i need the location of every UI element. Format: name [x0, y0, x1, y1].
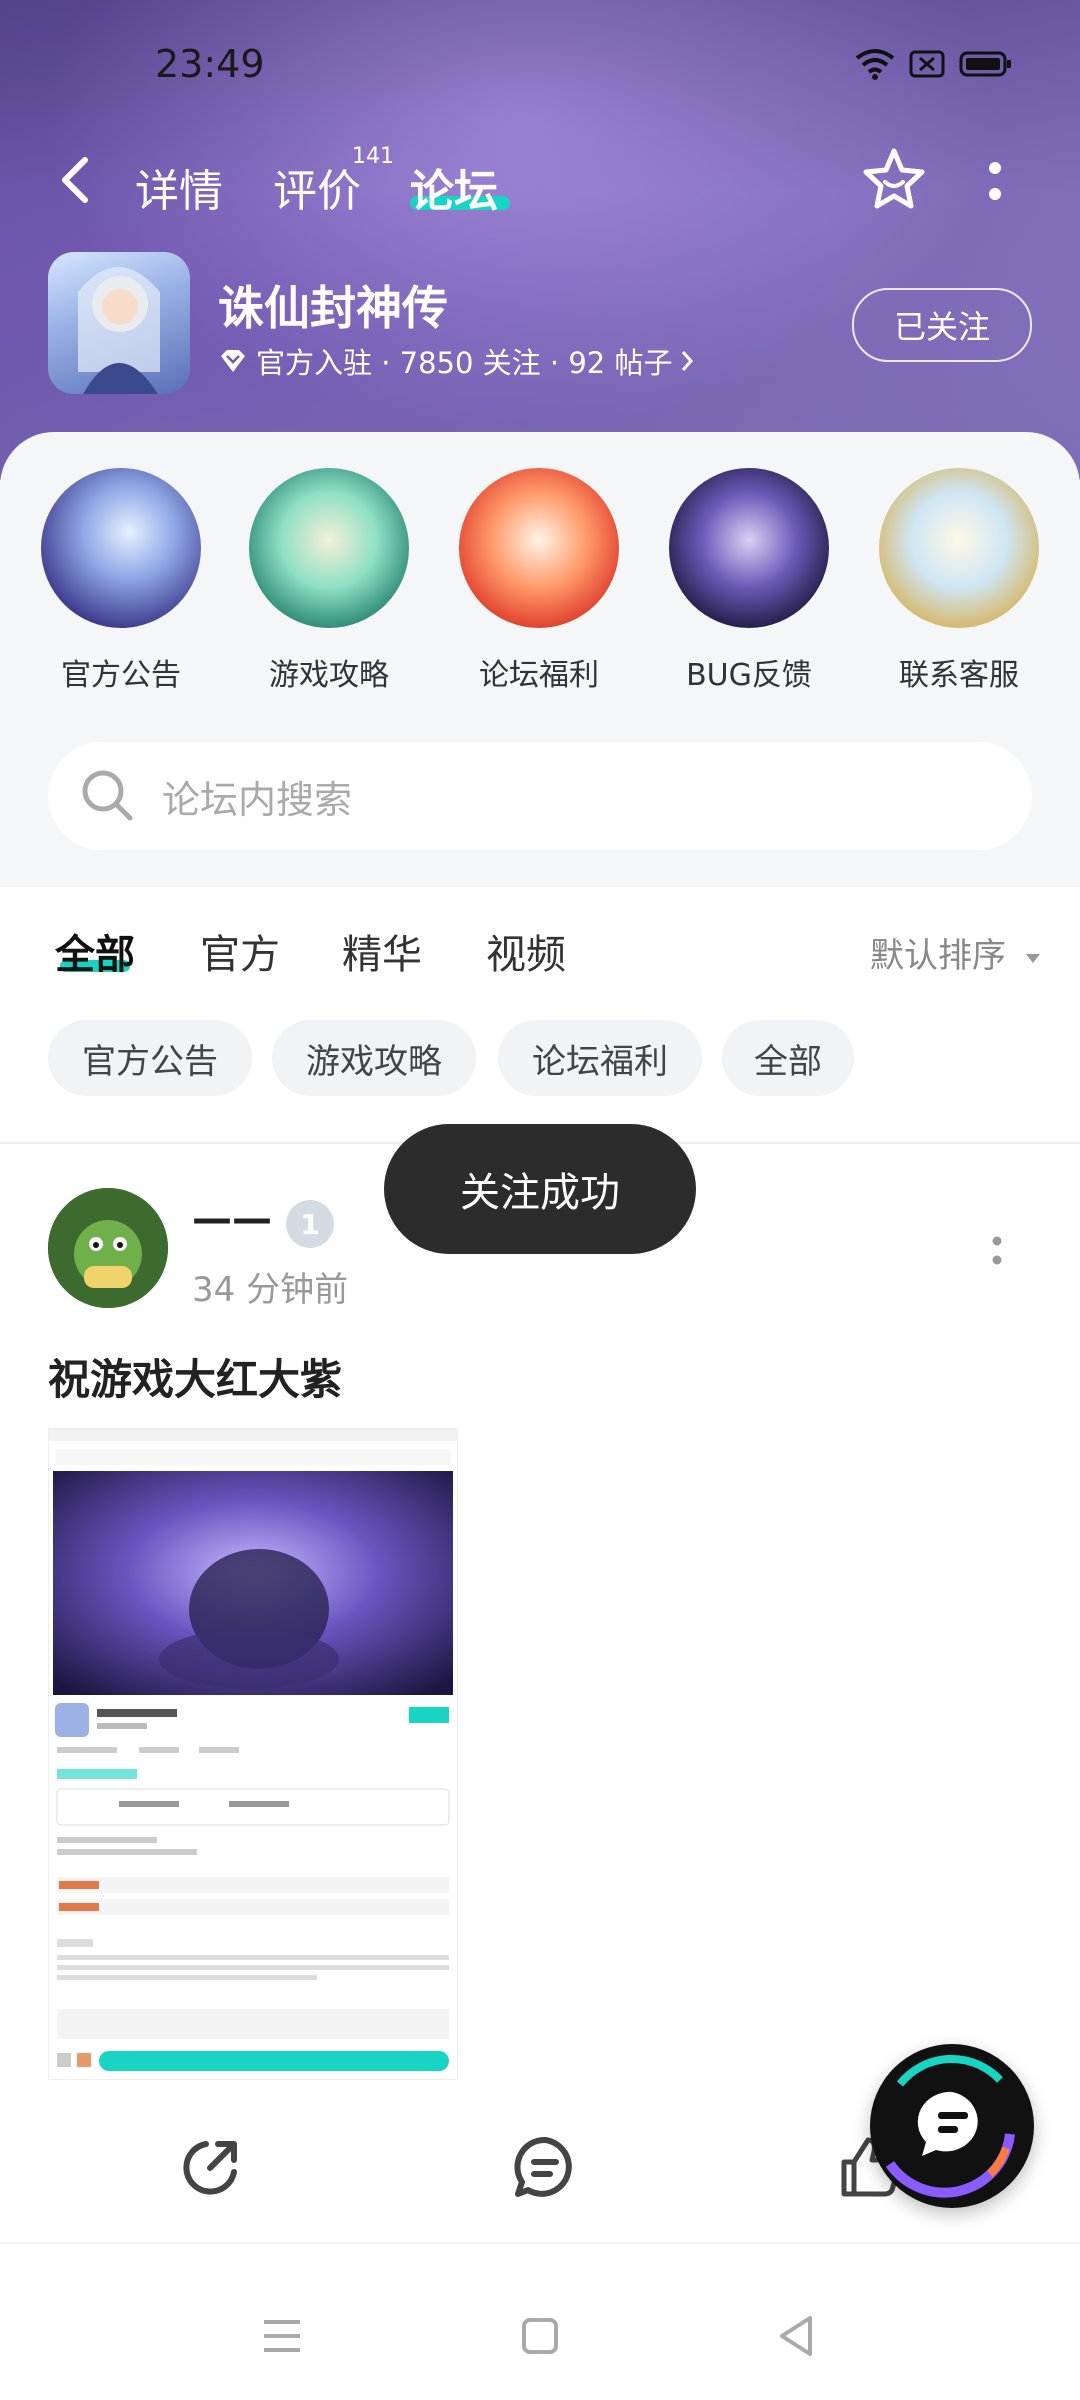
reviews-count-badge: 141 — [352, 144, 394, 169]
avatar[interactable] — [48, 1188, 168, 1308]
chip-official-announcement[interactable]: 官方公告 — [48, 1020, 252, 1096]
tab-details[interactable]: 详情 — [135, 155, 223, 219]
tab-forum[interactable]: 论坛 — [410, 155, 498, 219]
back-button[interactable] — [55, 150, 105, 210]
chat-bubble-icon — [885, 2055, 1015, 2198]
more-vertical-icon — [992, 1236, 1002, 1265]
home-square-icon — [522, 2318, 558, 2354]
favorite-button[interactable] — [860, 146, 928, 216]
category-official-announcement[interactable]: 官方公告 — [36, 468, 206, 694]
category-label: 官方公告 — [61, 658, 181, 693]
category-art-icon — [669, 468, 829, 628]
post-title[interactable]: 祝游戏大红大紫 — [48, 1346, 342, 1407]
chip-forum-benefits[interactable]: 论坛福利 — [498, 1020, 702, 1096]
star-outline-icon — [863, 148, 925, 209]
toast-message: 关注成功 — [384, 1124, 696, 1254]
category-art-icon — [41, 468, 201, 628]
battery-icon — [959, 51, 1011, 77]
more-vertical-icon — [989, 162, 1001, 200]
wifi-icon — [855, 49, 895, 80]
forum-search-bar[interactable]: 论坛内搜索 — [48, 742, 1032, 850]
back-triangle-icon — [780, 2316, 812, 2356]
game-meta-text: 官方入驻 · 7850 关注 · 92 帖子 — [256, 346, 673, 380]
post-username[interactable]: —— — [192, 1196, 272, 1242]
filter-tab-featured[interactable]: 精华 — [342, 922, 422, 980]
system-home-button[interactable] — [510, 2306, 570, 2366]
filter-tab-official[interactable]: 官方 — [200, 922, 280, 980]
more-menu-button[interactable] — [985, 160, 1005, 208]
search-placeholder: 论坛内搜索 — [162, 777, 353, 822]
game-meta[interactable]: 官方入驻 · 7850 关注 · 92 帖子 — [218, 340, 694, 382]
status-time: 23:49 — [155, 42, 265, 86]
floating-chat-button[interactable] — [870, 2044, 1034, 2208]
sort-label: 默认排序 — [870, 936, 1006, 976]
search-icon — [82, 770, 133, 821]
system-back-button[interactable] — [766, 2306, 826, 2366]
chevron-right-icon — [682, 351, 694, 371]
category-bug-report[interactable]: BUG反馈 — [664, 468, 834, 694]
bottom-divider — [0, 2242, 1080, 2244]
category-game-guide[interactable]: 游戏攻略 — [244, 468, 414, 694]
share-icon — [183, 2141, 237, 2195]
category-label: 游戏攻略 — [269, 658, 389, 693]
chip-game-guide[interactable]: 游戏攻略 — [272, 1020, 476, 1096]
tab-reviews[interactable]: 评价 — [273, 155, 361, 219]
category-art-icon — [459, 468, 619, 628]
followed-button[interactable]: 已关注 — [852, 288, 1032, 362]
comment-button[interactable] — [510, 2132, 580, 2202]
comment-icon — [514, 2136, 572, 2197]
category-forum-benefits[interactable]: 论坛福利 — [454, 468, 624, 694]
category-label: 联系客服 — [899, 658, 1019, 693]
post-time: 34 分钟前 — [192, 1270, 349, 1310]
sort-dropdown[interactable]: 默认排序 — [870, 928, 1043, 977]
user-level-badge: 1 — [286, 1200, 334, 1248]
menu-icon — [264, 2320, 300, 2352]
chip-all[interactable]: 全部 — [722, 1020, 854, 1096]
post-more-button[interactable] — [990, 1234, 1004, 1272]
filter-tab-all[interactable]: 全部 — [55, 922, 135, 980]
category-contact-support[interactable]: 联系客服 — [874, 468, 1044, 694]
back-arrow-icon — [62, 157, 88, 203]
category-art-icon — [879, 468, 1039, 628]
category-label: 论坛福利 — [479, 658, 599, 693]
category-art-icon — [249, 468, 409, 628]
diamond-icon — [221, 350, 245, 372]
sim-no-signal-icon — [909, 50, 945, 78]
status-icons — [855, 48, 1013, 80]
game-title: 诛仙封神传 — [218, 281, 448, 335]
filter-tab-video[interactable]: 视频 — [486, 922, 566, 980]
caret-down-icon — [1025, 953, 1040, 963]
system-menu-button[interactable] — [252, 2306, 312, 2366]
share-button[interactable] — [176, 2132, 246, 2202]
game-icon — [48, 252, 190, 394]
category-label: BUG反馈 — [686, 658, 812, 693]
post-image-screenshot[interactable] — [48, 1428, 458, 2080]
